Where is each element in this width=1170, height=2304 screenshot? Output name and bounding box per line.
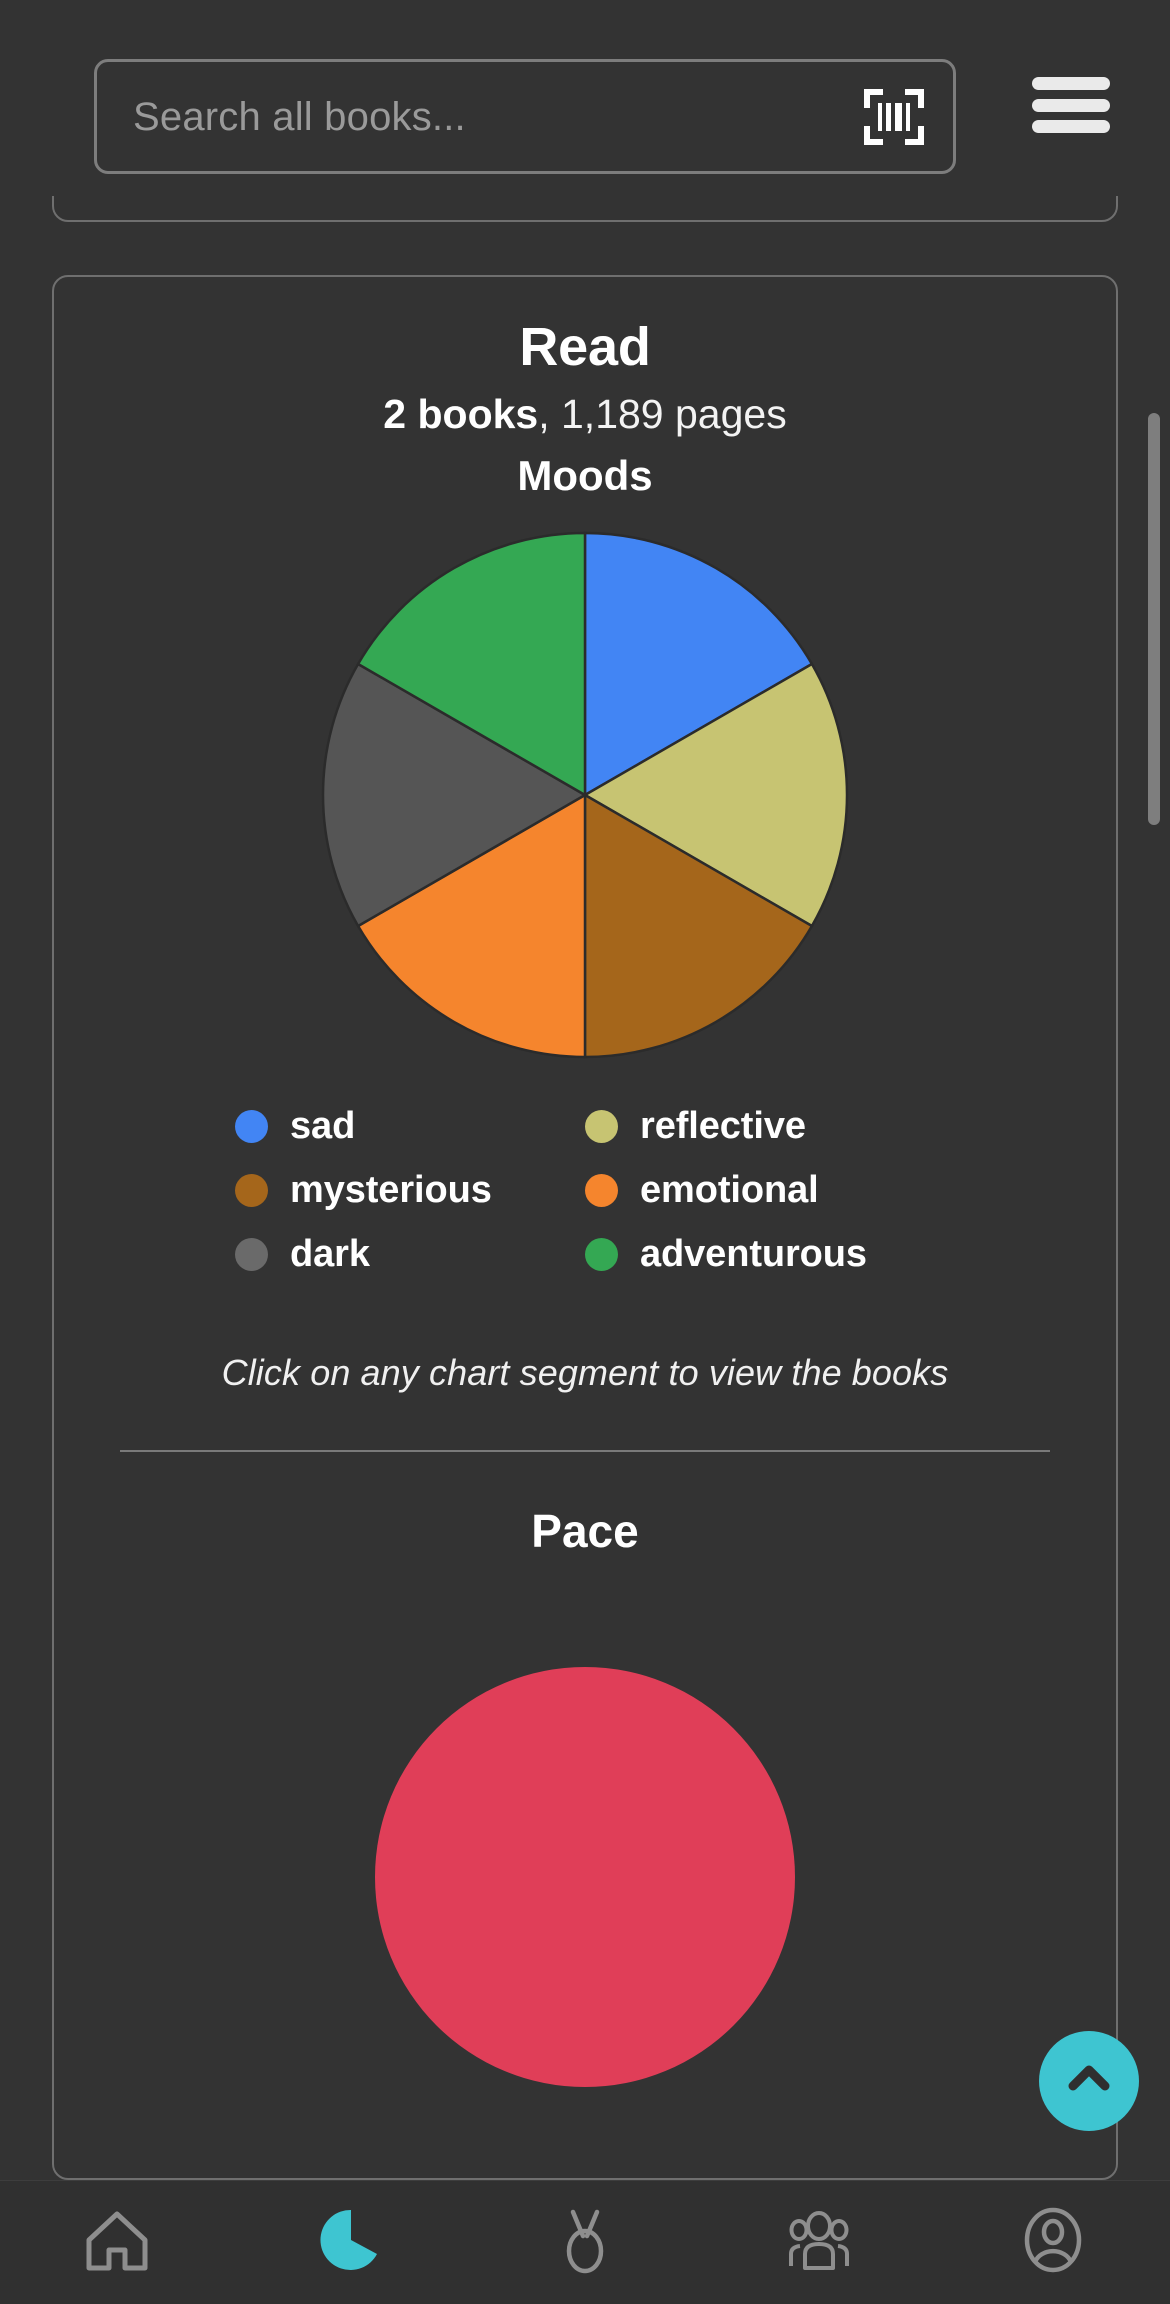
legend-item-adventurous[interactable]: adventurous — [585, 1229, 935, 1280]
stats-summary: 2 books, 1,189 pages — [54, 389, 1116, 440]
legend-item-sad[interactable]: sad — [235, 1101, 585, 1152]
scroll-to-top-button[interactable] — [1039, 2031, 1139, 2131]
legend-item-emotional[interactable]: emotional — [585, 1165, 935, 1216]
moods-heading: Moods — [517, 451, 653, 499]
nav-item-challenges[interactable] — [468, 2181, 702, 2304]
vertical-scrollbar[interactable] — [1148, 196, 1160, 2180]
home-icon — [81, 2204, 153, 2281]
scroll-content[interactable]: Read 2 books, 1,189 pages Moods sad refle… — [0, 196, 1170, 2180]
legend-label-sad: sad — [290, 1105, 356, 1148]
profile-icon — [1017, 2204, 1089, 2281]
legend-label-reflective: reflective — [640, 1105, 806, 1148]
section-divider — [120, 1450, 1050, 1453]
legend-dot-dark — [235, 1238, 268, 1272]
chevron-up-icon — [1061, 2051, 1117, 2112]
hamburger-menu-icon[interactable] — [1032, 77, 1110, 133]
nav-item-home[interactable] — [0, 2181, 234, 2304]
chart-hint-text: Click on any chart segment to view the b… — [221, 1352, 949, 1394]
legend-label-dark: dark — [290, 1233, 370, 1276]
scrollbar-thumb[interactable] — [1148, 413, 1160, 825]
legend-dot-reflective — [585, 1110, 618, 1144]
search-placeholder-text: Search all books... — [133, 96, 466, 137]
top-bar: Search all books... — [0, 0, 1170, 196]
stats-books-count: 2 books — [383, 391, 539, 438]
hamburger-bar-2 — [1032, 98, 1110, 112]
hamburger-bar-1 — [1032, 77, 1110, 90]
barcode-scan-icon[interactable] — [863, 86, 925, 148]
app-root: Search all books... Read 2 books, 1,189 … — [0, 0, 1170, 2304]
legend-item-dark[interactable]: dark — [235, 1229, 585, 1280]
hamburger-bar-3 — [1032, 120, 1110, 133]
community-icon — [783, 2204, 855, 2281]
legend-dot-sad — [235, 1110, 268, 1144]
legend-dot-mysterious — [235, 1174, 268, 1208]
legend-label-mysterious: mysterious — [290, 1169, 492, 1212]
pace-pie-chart-partial[interactable] — [375, 1667, 795, 2087]
legend-label-adventurous: adventurous — [640, 1233, 867, 1276]
legend-dot-emotional — [585, 1174, 618, 1208]
nav-item-profile[interactable] — [936, 2181, 1170, 2304]
moods-legend: sad reflective mysterious emotional dark adve… — [235, 1101, 935, 1280]
nav-item-stats[interactable] — [234, 2181, 468, 2304]
read-stats-card: Read 2 books, 1,189 pages Moods sad refle… — [52, 275, 1118, 2180]
nav-item-community[interactable] — [702, 2181, 936, 2304]
moods-pie-svg[interactable] — [315, 525, 855, 1065]
search-input[interactable]: Search all books... — [94, 59, 956, 174]
legend-dot-adventurous — [585, 1238, 618, 1272]
stats-pages-count: , 1,189 pages — [538, 391, 787, 438]
pace-heading: Pace — [531, 1505, 639, 1558]
medal-icon — [549, 2204, 621, 2281]
moods-pie-chart[interactable] — [54, 525, 1116, 1065]
legend-item-reflective[interactable]: reflective — [585, 1101, 935, 1152]
legend-label-emotional: emotional — [640, 1169, 819, 1212]
stats-pie-icon — [315, 2204, 387, 2281]
page-title: Read — [519, 317, 651, 377]
legend-item-mysterious[interactable]: mysterious — [235, 1165, 585, 1216]
previous-stats-card[interactable] — [52, 196, 1118, 222]
bottom-navigation — [0, 2180, 1170, 2304]
